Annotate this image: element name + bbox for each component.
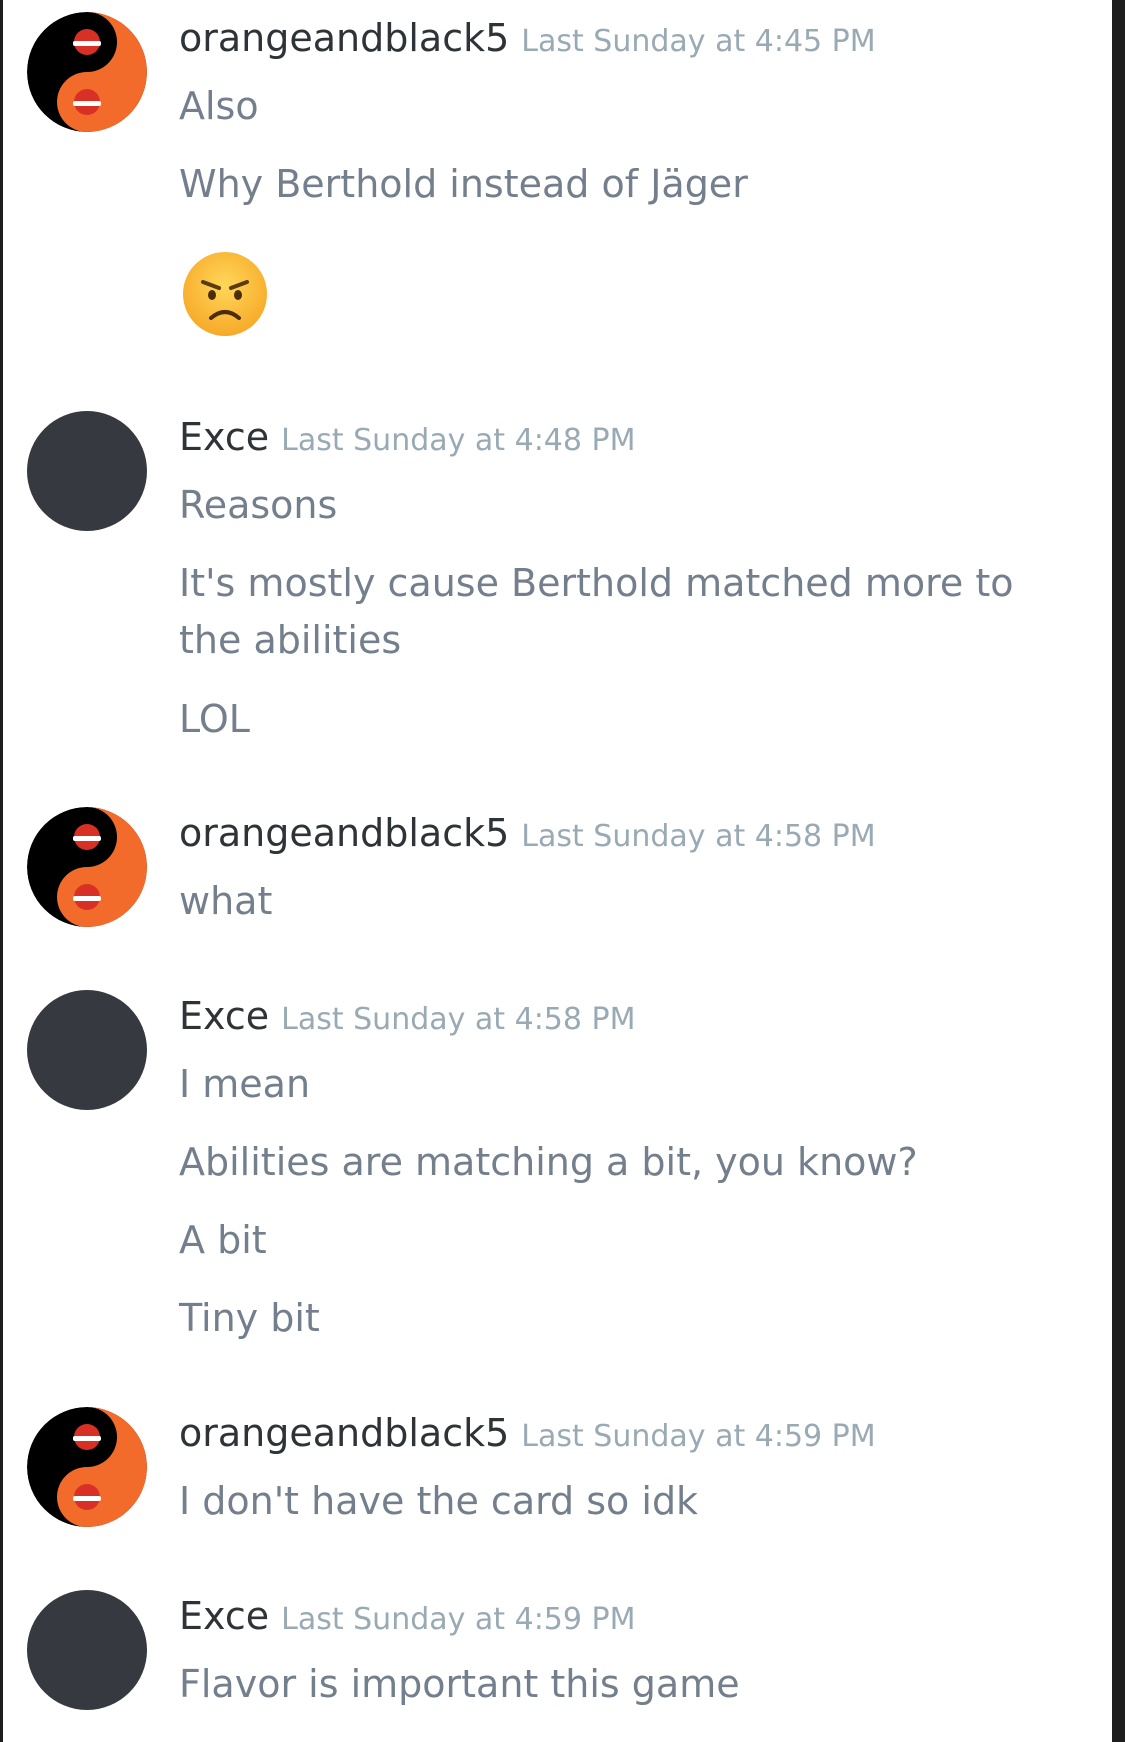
message-header: orangeandblack5 Last Sunday at 4:45 PM xyxy=(179,6,876,70)
message-header: Exce Last Sunday at 4:58 PM xyxy=(179,984,635,1048)
timestamp: Last Sunday at 4:59 PM xyxy=(281,1602,636,1637)
username[interactable]: orangeandblack5 xyxy=(179,801,509,865)
message-text: It's mostly cause Berthold matched more … xyxy=(179,561,1014,662)
yin-yang-santa-hat-icon xyxy=(27,12,147,132)
message-text: I don't have the card so idk xyxy=(179,1479,699,1523)
avatar-exce[interactable] xyxy=(27,411,147,531)
yin-yang-santa-hat-icon xyxy=(27,1407,147,1527)
timestamp: Last Sunday at 4:59 PM xyxy=(521,1419,876,1454)
message-text: what xyxy=(179,879,273,923)
message-text: Why Berthold instead of Jäger xyxy=(179,162,748,206)
timestamp: Last Sunday at 4:48 PM xyxy=(281,423,636,458)
username[interactable]: orangeandblack5 xyxy=(179,1401,509,1465)
timestamp: Last Sunday at 4:58 PM xyxy=(281,1002,636,1037)
message-text: Tiny bit xyxy=(179,1296,320,1340)
message-header: Exce Last Sunday at 4:48 PM xyxy=(179,405,635,469)
timestamp: Last Sunday at 4:45 PM xyxy=(521,24,876,59)
message-header: Exce Last Sunday at 4:59 PM xyxy=(179,1584,635,1648)
username[interactable]: orangeandblack5 xyxy=(179,6,509,70)
timestamp: Last Sunday at 4:58 PM xyxy=(521,819,876,854)
angry-face-icon xyxy=(181,250,269,338)
avatar-exce[interactable] xyxy=(27,990,147,1110)
message-text: Flavor is important this game xyxy=(179,1662,740,1706)
message-header: orangeandblack5 Last Sunday at 4:59 PM xyxy=(179,1401,876,1465)
message-text: Abilities are matching a bit, you know? xyxy=(179,1140,918,1184)
message-header: orangeandblack5 Last Sunday at 4:58 PM xyxy=(179,801,876,865)
message-text: Also xyxy=(179,84,259,128)
username[interactable]: Exce xyxy=(179,405,269,469)
yin-yang-santa-hat-icon xyxy=(27,807,147,927)
message-text: LOL xyxy=(179,697,250,741)
message-text: Reasons xyxy=(179,483,338,527)
message-text: I mean xyxy=(179,1062,311,1106)
message-text: A bit xyxy=(179,1218,267,1262)
username[interactable]: Exce xyxy=(179,1584,269,1648)
window-frame-right xyxy=(1112,0,1125,1742)
username[interactable]: Exce xyxy=(179,984,269,1048)
avatar-orangeandblack5[interactable] xyxy=(27,1407,147,1527)
chat-message-list[interactable]: orangeandblack5 Last Sunday at 4:45 PM A… xyxy=(3,0,1112,1742)
avatar-orangeandblack5[interactable] xyxy=(27,12,147,132)
avatar-exce[interactable] xyxy=(27,1590,147,1710)
avatar-orangeandblack5[interactable] xyxy=(27,807,147,927)
